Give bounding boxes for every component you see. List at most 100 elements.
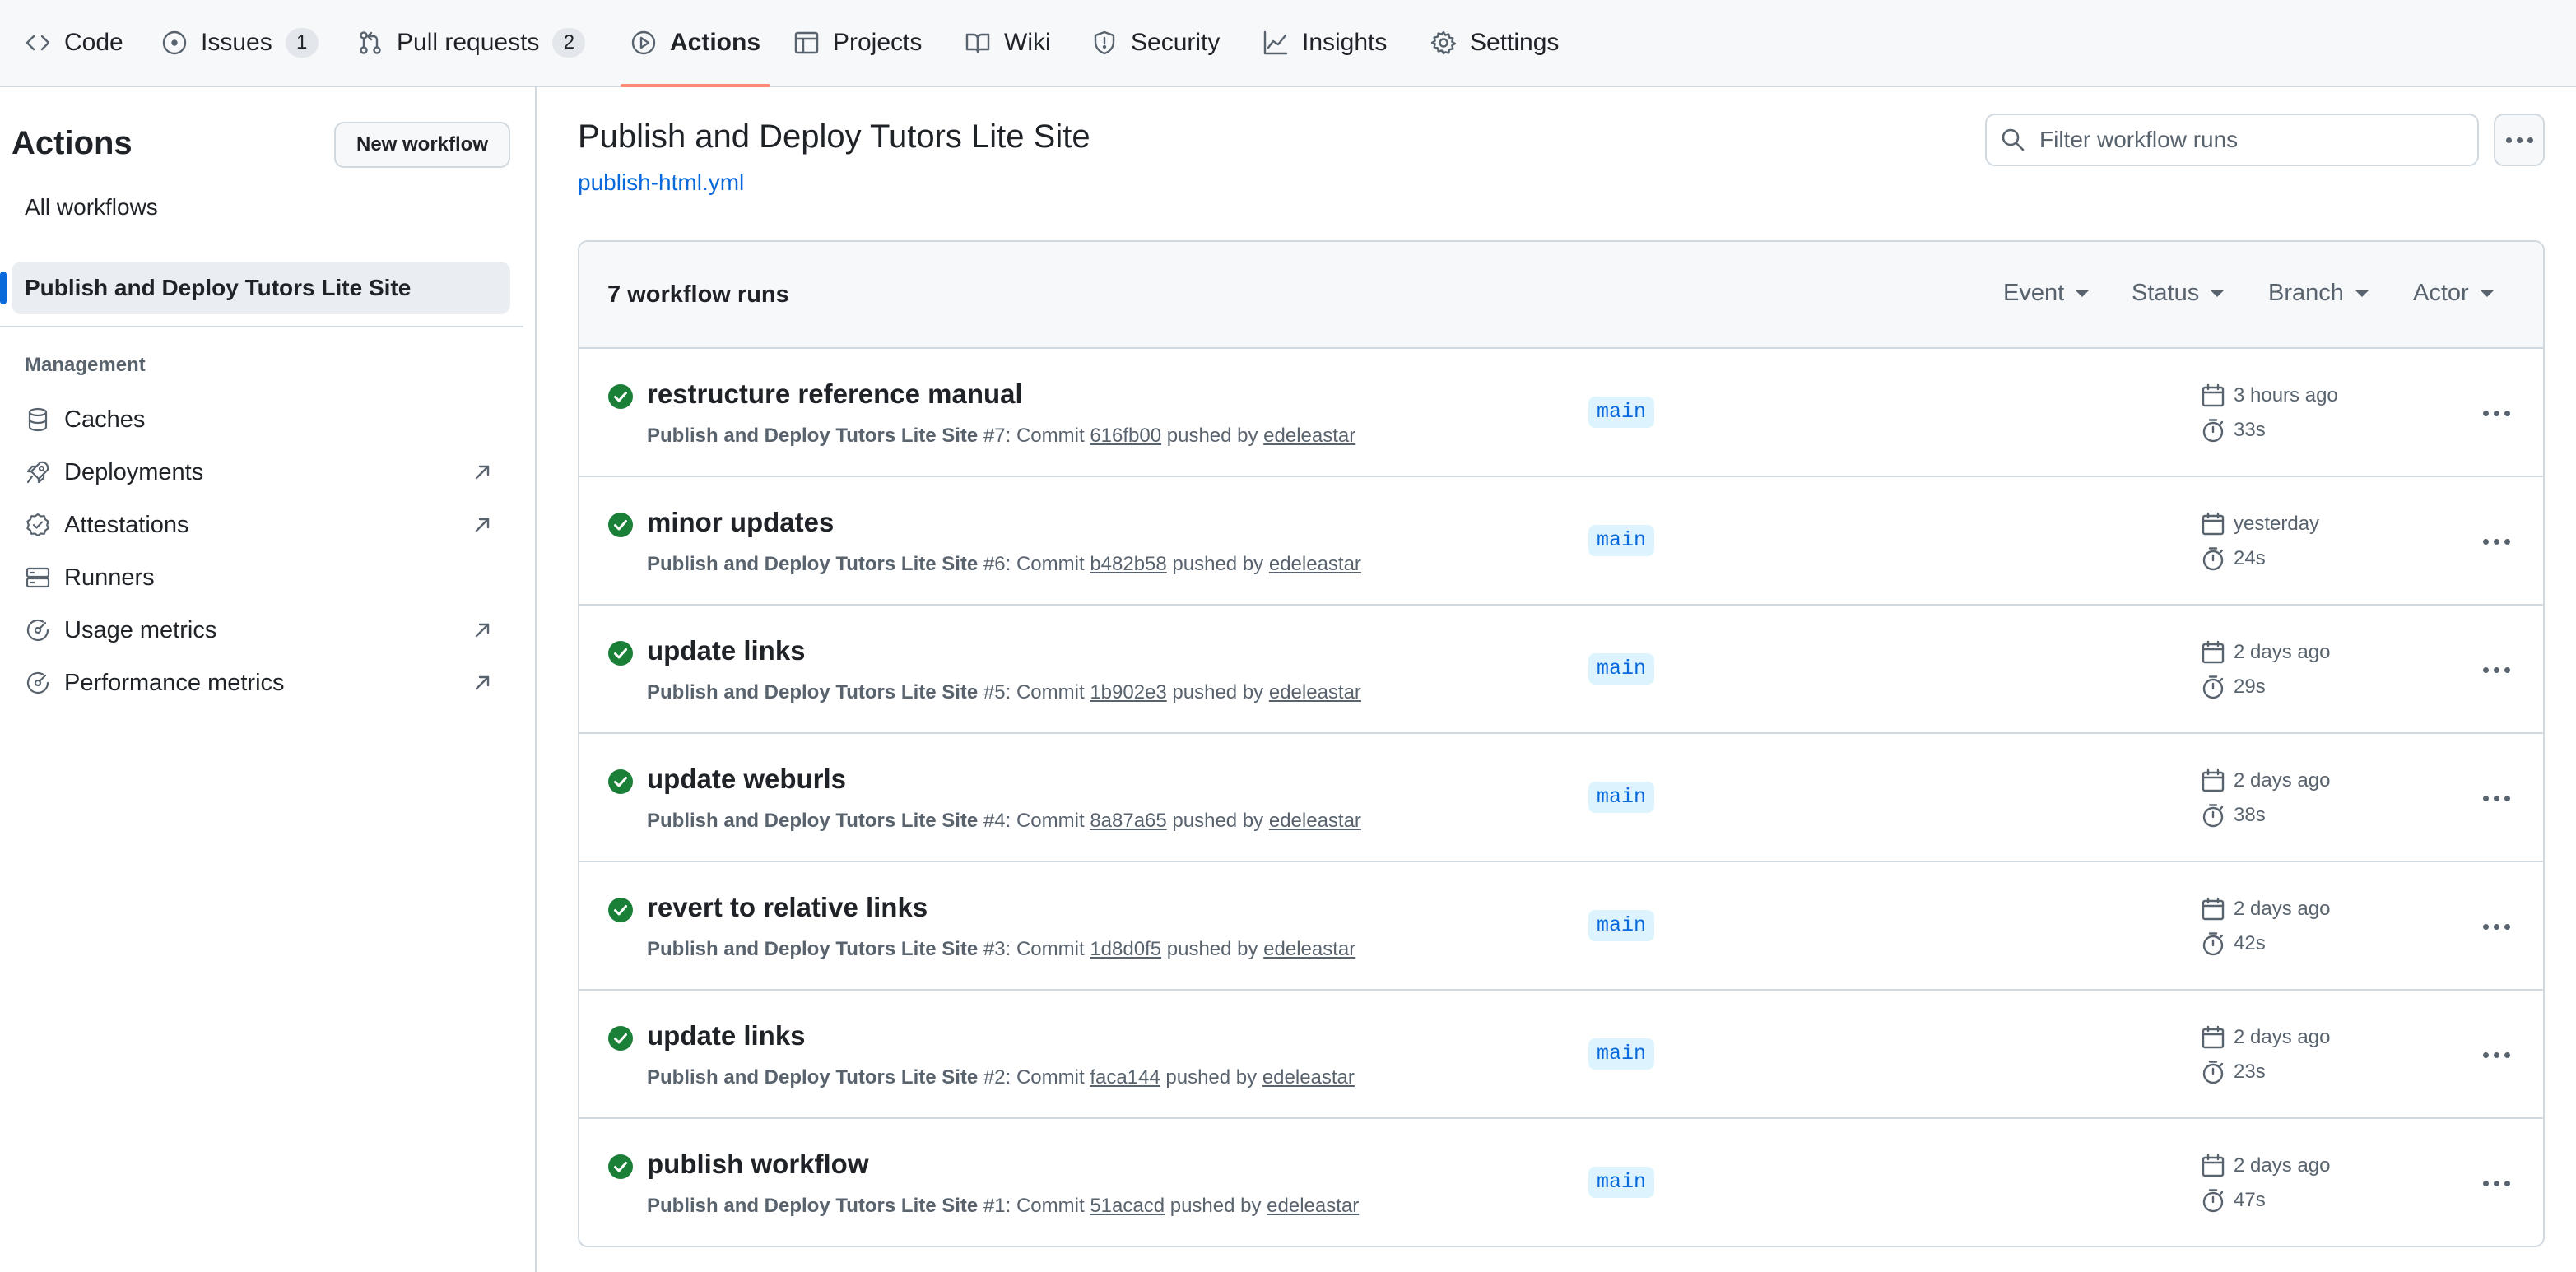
shield-icon <box>1094 30 1115 55</box>
triangle-down-icon <box>2076 290 2090 297</box>
workflow-run-row[interactable]: publish workflow Publish and Deploy Tuto… <box>579 1119 2543 1246</box>
tab-pull-requests[interactable]: Pull requests 2 <box>357 0 586 86</box>
run-workflow-name: Publish and Deploy Tutors Lite Site <box>647 810 979 832</box>
commit-link[interactable]: 1d8d0f5 <box>1090 938 1161 960</box>
new-workflow-button[interactable]: New workflow <box>334 122 510 168</box>
run-title[interactable]: update links <box>647 635 806 666</box>
sidebar-item-performance-metrics[interactable]: Performance metrics <box>25 660 502 706</box>
branch-filter-dropdown[interactable]: Branch <box>2268 280 2369 307</box>
branch-label[interactable]: main <box>1588 1167 1655 1198</box>
commit-link[interactable]: 51acacd <box>1090 1195 1165 1217</box>
run-title[interactable]: revert to relative links <box>647 892 928 923</box>
commit-link[interactable]: 616fb00 <box>1090 425 1161 447</box>
commit-link[interactable]: faca144 <box>1090 1066 1160 1089</box>
tab-label: Pull requests <box>397 29 540 56</box>
run-duration: 38s <box>2201 803 2266 828</box>
actor-link[interactable]: edeleastar <box>1269 810 1361 832</box>
check-circle-fill-icon <box>608 1154 633 1179</box>
actor-filter-dropdown[interactable]: Actor <box>2413 280 2494 307</box>
commit-link[interactable]: b482b58 <box>1090 553 1166 575</box>
tab-security[interactable]: Security <box>1091 0 1220 86</box>
stopwatch-icon <box>2202 419 2224 443</box>
branch-label[interactable]: main <box>1588 1038 1655 1070</box>
filter-workflow-runs-field[interactable] <box>1985 114 2479 166</box>
run-number: #4 <box>983 810 1006 832</box>
triangle-down-icon <box>2211 290 2225 297</box>
run-menu-button[interactable] <box>2476 910 2517 943</box>
calendar-icon <box>2202 897 2225 921</box>
run-date: 2 days ago <box>2201 1025 2330 1050</box>
actor-link[interactable]: edeleastar <box>1267 1195 1359 1217</box>
workflow-file-link[interactable]: publish-html.yml <box>578 169 744 196</box>
run-date-text: 3 hours ago <box>2234 384 2338 406</box>
filter-input[interactable] <box>2039 127 2467 153</box>
gear-icon <box>1430 30 1457 55</box>
tab-code[interactable]: Code <box>25 0 123 86</box>
tab-settings[interactable]: Settings <box>1430 0 1559 86</box>
tab-wiki[interactable]: Wiki <box>965 0 1051 86</box>
branch-label[interactable]: main <box>1588 653 1655 685</box>
run-title[interactable]: minor updates <box>647 507 834 538</box>
sidebar-item-all-workflows[interactable]: All workflows <box>25 194 158 221</box>
event-filter-dropdown[interactable]: Event <box>2003 280 2090 307</box>
sidebar-item-runners[interactable]: Runners <box>25 555 502 601</box>
run-meta: Publish and Deploy Tutors Lite Site #4: … <box>647 810 1361 832</box>
run-title[interactable]: update weburls <box>647 764 846 795</box>
branch-label[interactable]: main <box>1588 910 1655 941</box>
sidebar-item-caches[interactable]: Caches <box>25 397 502 443</box>
sidebar-item-deployments[interactable]: Deployments <box>25 449 502 495</box>
run-workflow-name: Publish and Deploy Tutors Lite Site <box>647 1195 979 1217</box>
actor-link[interactable]: edeleastar <box>1262 1066 1355 1089</box>
rocket-icon <box>26 461 49 484</box>
run-menu-button[interactable] <box>2476 1038 2517 1071</box>
sidebar-item-usage-metrics[interactable]: Usage metrics <box>25 607 502 653</box>
link-external-icon <box>475 518 490 532</box>
run-title[interactable]: update links <box>647 1020 806 1051</box>
run-number: #6 <box>983 553 1006 575</box>
workflow-run-row[interactable]: revert to relative links Publish and Dep… <box>579 862 2543 991</box>
actor-link[interactable]: edeleastar <box>1263 425 1355 447</box>
tab-insights[interactable]: Insights <box>1262 0 1387 86</box>
calendar-icon <box>2202 640 2225 664</box>
workflow-run-row[interactable]: update links Publish and Deploy Tutors L… <box>579 991 2543 1119</box>
stopwatch-icon <box>2202 932 2224 956</box>
sidebar-item-selected-workflow[interactable]: Publish and Deploy Tutors Lite Site <box>0 262 510 314</box>
link-external-icon <box>475 675 490 690</box>
run-duration-text: 47s <box>2234 1189 2266 1211</box>
run-duration: 23s <box>2201 1060 2266 1084</box>
actor-link[interactable]: edeleastar <box>1269 553 1361 575</box>
check-circle-fill-icon <box>608 513 633 537</box>
actor-link[interactable]: edeleastar <box>1269 681 1361 703</box>
run-date: 2 days ago <box>2201 768 2330 793</box>
run-duration: 33s <box>2201 418 2266 443</box>
tab-projects[interactable]: Projects <box>793 0 922 86</box>
workflow-run-row[interactable]: update links Publish and Deploy Tutors L… <box>579 606 2543 734</box>
run-title[interactable]: restructure reference manual <box>647 378 1023 410</box>
sidebar-item-attestations[interactable]: Attestations <box>25 502 502 548</box>
branch-label[interactable]: main <box>1588 397 1655 428</box>
workflow-run-row[interactable]: restructure reference manual Publish and… <box>579 349 2543 477</box>
run-workflow-name: Publish and Deploy Tutors Lite Site <box>647 1066 979 1089</box>
run-workflow-name: Publish and Deploy Tutors Lite Site <box>647 681 979 703</box>
run-menu-button[interactable] <box>2476 1167 2517 1200</box>
run-menu-button[interactable] <box>2476 397 2517 429</box>
workflow-menu-button[interactable] <box>2494 114 2545 166</box>
commit-link[interactable]: 8a87a65 <box>1090 810 1166 832</box>
run-meta: Publish and Deploy Tutors Lite Site #2: … <box>647 1066 1355 1089</box>
run-workflow-name: Publish and Deploy Tutors Lite Site <box>647 938 979 960</box>
branch-label[interactable]: main <box>1588 525 1655 556</box>
tab-issues[interactable]: Issues 1 <box>161 0 319 86</box>
actor-link[interactable]: edeleastar <box>1263 938 1355 960</box>
branch-label[interactable]: main <box>1588 782 1655 813</box>
commit-link[interactable]: 1b902e3 <box>1090 681 1166 703</box>
run-menu-button[interactable] <box>2476 525 2517 558</box>
workflow-run-row[interactable]: update weburls Publish and Deploy Tutors… <box>579 734 2543 862</box>
run-menu-button[interactable] <box>2476 653 2517 686</box>
workflow-run-row[interactable]: minor updates Publish and Deploy Tutors … <box>579 477 2543 606</box>
status-filter-dropdown[interactable]: Status <box>2132 280 2225 307</box>
tab-actions[interactable]: Actions <box>620 0 771 87</box>
run-menu-button[interactable] <box>2476 782 2517 815</box>
stopwatch-icon <box>2202 675 2224 699</box>
tab-label: Wiki <box>1004 29 1051 56</box>
run-title[interactable]: publish workflow <box>647 1149 869 1180</box>
